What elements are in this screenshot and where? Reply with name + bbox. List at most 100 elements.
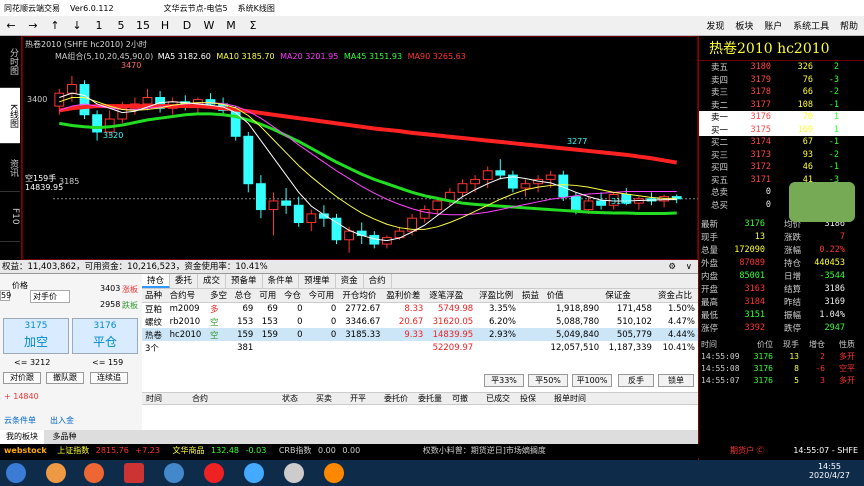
column-header[interactable]: 资金占比 (654, 289, 698, 303)
toolbar-button[interactable]: 1 (88, 19, 110, 32)
toolbar-button[interactable]: M (220, 19, 242, 32)
position-row[interactable]: 3个 381 52209.97 12,057,510 1,187,339 10.41% (142, 341, 698, 354)
toolbar-button[interactable]: ↓ (66, 19, 88, 32)
ask-row[interactable]: 卖一 3176 70 1 (699, 111, 864, 124)
bid-row[interactable]: 买二 3174 67 -1 (699, 136, 864, 149)
folder-icon[interactable] (164, 463, 184, 483)
tick-row: 14:55:07 3176 5 3 多开 (701, 375, 855, 385)
column-header[interactable]: 时间 (142, 393, 188, 404)
column-header[interactable]: 浮盈比例 (476, 289, 519, 303)
tab-orders[interactable]: 委托 (170, 274, 199, 288)
column-header[interactable]: 合约 (188, 393, 278, 404)
toolbar-button[interactable]: → (22, 19, 44, 32)
transfer-link[interactable]: 出入金 (50, 415, 74, 426)
tab-multi-product[interactable]: 多品种 (47, 430, 83, 444)
bid-row[interactable]: 买一 3175 169 1 (699, 123, 864, 136)
bid-row[interactable]: 买三 3173 93 -2 (699, 149, 864, 162)
chase-button[interactable]: 连续追 (90, 372, 128, 384)
column-header[interactable]: 委托价 (380, 393, 414, 404)
column-header[interactable]: 合约号 (166, 289, 208, 303)
tab-conditional[interactable]: 条件单 (263, 274, 300, 288)
reverse-button[interactable]: 反手 (618, 374, 654, 387)
ask-row[interactable]: 卖五 3180 326 2 (699, 61, 864, 74)
tab-contracts[interactable]: 合约 (364, 274, 392, 288)
column-header[interactable]: 可用 (256, 289, 281, 303)
column-header[interactable]: 今仓 (280, 289, 306, 303)
media-icon[interactable] (324, 463, 344, 483)
tab-f10[interactable]: F10 (0, 192, 20, 242)
menu-tools[interactable]: 系统工具 (793, 22, 829, 32)
position-row[interactable]: 螺纹 rb2010 空 153 153 0 0 3346.67 20.67 31620.05 6.2… (142, 315, 698, 328)
tab-news[interactable]: 资讯 (0, 144, 20, 192)
column-header[interactable]: 开仓均价 (339, 289, 384, 303)
wenhua-icon[interactable] (124, 463, 144, 483)
column-header[interactable]: 投保 (516, 393, 550, 404)
open-short-button[interactable]: 3175 加空 (3, 318, 69, 354)
toolbar-button[interactable]: H (154, 19, 176, 32)
toolbar-button[interactable]: Σ (242, 19, 264, 32)
column-header[interactable]: 委托量 (414, 393, 448, 404)
ask-row[interactable]: 卖三 3178 66 -2 (699, 86, 864, 99)
tab-positions[interactable]: 持仓 (142, 274, 171, 288)
settings-icon[interactable]: ⚙ (668, 260, 676, 274)
kline-chart[interactable]: 热卷2010 (SHFE hc2010) 2小时 MA组合(5,10,20,45… (22, 36, 699, 260)
column-header[interactable]: 报单时间 (550, 393, 586, 404)
column-header[interactable]: 损益 (519, 289, 544, 303)
menu-account[interactable]: 账户 (764, 22, 782, 32)
chart-app-icon[interactable] (204, 463, 224, 483)
column-header[interactable]: 已成交 (482, 393, 516, 404)
toolbar-button[interactable]: D (176, 19, 198, 32)
toolbar-button[interactable]: W (198, 19, 220, 32)
toolbar-button[interactable]: 15 (132, 19, 154, 32)
menu-help[interactable]: 帮助 (840, 22, 858, 32)
table-cell: hc2010 (166, 328, 208, 341)
column-header[interactable]: 今可用 (305, 289, 340, 303)
tab-fills[interactable]: 成交 (198, 274, 227, 288)
column-header[interactable]: 状态 (278, 393, 312, 404)
close-50-button[interactable]: 平50% (528, 374, 568, 387)
column-header[interactable]: 品种 (142, 289, 167, 303)
table-cell: 5749.98 (437, 303, 474, 314)
cancel-follow-button[interactable]: 撤队跟 (46, 372, 84, 384)
menu-sector[interactable]: 板块 (735, 22, 753, 32)
cloud-icon[interactable] (244, 463, 264, 483)
collapse-icon[interactable]: ∨ (686, 260, 692, 274)
tab-timeshare[interactable]: 分时图 (0, 36, 20, 88)
column-header[interactable]: 可撤 (448, 393, 482, 404)
cloud-order-link[interactable]: 云条件单 (4, 415, 36, 426)
close-33-button[interactable]: 平33% (484, 374, 524, 387)
toolbar-button[interactable]: ↑ (44, 19, 66, 32)
browser-icon[interactable] (84, 463, 104, 483)
toolbar-button[interactable]: 5 (110, 19, 132, 32)
app-icon[interactable] (284, 463, 304, 483)
position-row[interactable]: 豆粕 m2009 多 69 69 0 0 2772.67 8.33 5749.98 3.35% 1,9… (142, 302, 698, 315)
column-header[interactable]: 逐笔浮盈 (426, 289, 477, 303)
qty-input[interactable]: 59 (0, 290, 11, 301)
price-type-select[interactable]: 对手价 (30, 290, 70, 303)
ask-row[interactable]: 卖四 3179 76 -3 (699, 74, 864, 87)
column-header[interactable]: 价值 (543, 289, 603, 303)
ask-row[interactable]: 卖二 3177 108 -1 (699, 99, 864, 112)
column-header[interactable]: 保证金 (602, 289, 655, 303)
bid-row[interactable]: 买四 3172 46 -1 (699, 161, 864, 174)
tab-my-sectors[interactable]: 我的板块 (0, 430, 44, 444)
toolbar-button[interactable]: ← (0, 19, 22, 32)
tab-prepared[interactable]: 预备单 (226, 274, 263, 288)
chrome-icon[interactable] (46, 463, 66, 483)
lock-button[interactable]: 锁单 (658, 374, 694, 387)
follow-price-button[interactable]: 对价跟 (3, 372, 41, 384)
tab-parked[interactable]: 预埋单 (299, 274, 336, 288)
column-header[interactable]: 总仓 (231, 289, 257, 303)
start-icon[interactable] (6, 463, 26, 483)
column-header[interactable]: 开平 (346, 393, 380, 404)
tab-kline[interactable]: K线图 (0, 88, 20, 144)
float-widget-icon[interactable] (789, 182, 855, 222)
column-header[interactable]: 盈利价差 (383, 289, 427, 303)
column-header[interactable]: 多空 (207, 289, 232, 303)
column-header[interactable]: 买卖 (312, 393, 346, 404)
close-100-button[interactable]: 平100% (572, 374, 612, 387)
menu-discover[interactable]: 发现 (706, 22, 724, 32)
position-row[interactable]: 热卷 hc2010 空 159 159 0 0 3185.33 9.33 14839.95 2.93… (142, 328, 698, 341)
close-position-button[interactable]: 3176 平仓 (72, 318, 138, 354)
tab-funds[interactable]: 资金 (336, 274, 364, 288)
